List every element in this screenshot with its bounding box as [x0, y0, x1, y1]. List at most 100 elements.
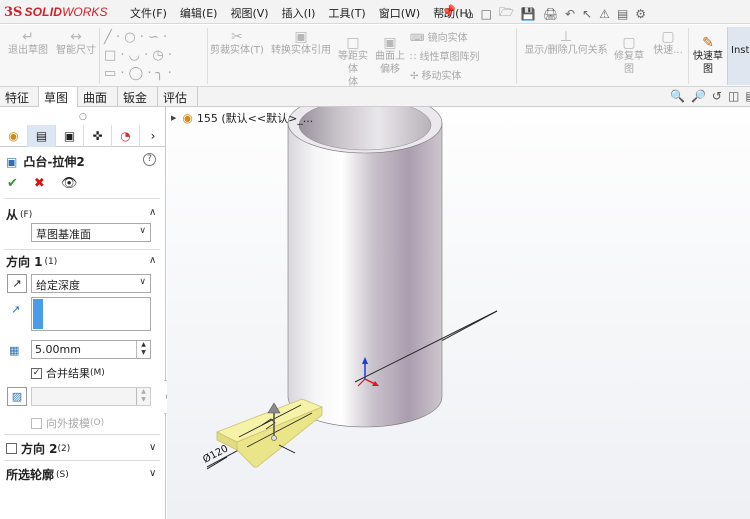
draft-outward-label: 向外拔模: [46, 417, 90, 430]
options-gear-icon[interactable]: ⚙: [635, 7, 646, 21]
surface-offset-button[interactable]: ▣ 曲面上 偏移: [373, 35, 407, 76]
open-folder-icon[interactable]: 🗁: [499, 3, 514, 24]
slot-polygon-fillet-tools[interactable]: ▭ · ◯ · ╮ ·: [104, 65, 204, 83]
instant2d-button[interactable]: Insta: [727, 27, 750, 85]
draft-spinner[interactable]: ▲ ▼: [136, 388, 150, 405]
trim-icon: ✂: [231, 29, 243, 45]
smart-dimension-button[interactable]: ↔ 智能尺寸: [54, 30, 98, 57]
configuration-manager-tab[interactable]: ▣: [56, 125, 84, 147]
ok-check-icon[interactable]: ✔: [7, 176, 18, 191]
property-manager-tab[interactable]: ▤: [28, 125, 56, 147]
linear-pattern-button[interactable]: ∷ 线性草图阵列: [410, 48, 510, 67]
pin-icon[interactable]: 📌: [441, 4, 456, 18]
convert-entities-button[interactable]: ▣ 转换实体引用: [269, 30, 333, 57]
direction2-checkbox[interactable]: 方向 2 (2): [6, 440, 70, 457]
cancel-x-icon[interactable]: ✖: [34, 176, 45, 191]
menu-file[interactable]: 文件(F): [130, 5, 167, 21]
direction1-label: 方向 1: [6, 255, 43, 269]
trim-entities-button[interactable]: ✂ 剪裁实体(T): [209, 29, 265, 57]
collapse-chevron-icon[interactable]: ∧: [149, 207, 156, 218]
line-circle-spline-tools[interactable]: ╱ · ○ · ∽ ·: [104, 29, 204, 47]
undo-icon[interactable]: ↶: [565, 7, 575, 21]
home-icon[interactable]: ⌂: [466, 7, 474, 21]
exit-sketch-button[interactable]: ↵ 退出草图: [6, 30, 50, 57]
merge-result-checkbox[interactable]: ✓ 合并结果 (M): [31, 365, 105, 381]
solidworks-logo[interactable]: 3S SOLID WORKS: [4, 3, 107, 21]
from-select[interactable]: 草图基准面 ∨: [31, 223, 151, 242]
direction-selection-box[interactable]: [31, 297, 151, 331]
feature-tree-flyout[interactable]: ▶ ◉ 155 (默认<<默认>_...: [171, 110, 313, 126]
draft-angle-input[interactable]: ▲ ▼: [31, 387, 151, 406]
move-entities-button[interactable]: ✢ 移动实体: [410, 67, 510, 86]
menu-edit[interactable]: 编辑(E): [180, 5, 218, 21]
zoom-area-icon[interactable]: 🔎: [691, 89, 706, 103]
select-arrow-icon[interactable]: ↖: [582, 7, 592, 21]
dimxpert-tab[interactable]: ✜: [84, 125, 112, 147]
view-orientation-icon[interactable]: ▤: [745, 89, 750, 103]
from-section-header[interactable]: 从 (F): [6, 206, 32, 223]
divider: [4, 249, 160, 250]
expand-chevron-icon[interactable]: ∨: [149, 468, 156, 479]
command-tabs: 特征 草图 曲面 钣金 评估 🔍 🔎 ↺ ◫ ▤: [0, 87, 750, 107]
direction1-section-header[interactable]: 方向 1 (1): [6, 253, 57, 270]
section-view-icon[interactable]: ◫: [728, 89, 739, 103]
part-icon: ◉: [182, 111, 193, 125]
previous-view-icon[interactable]: ↺: [712, 89, 722, 103]
draft-outward-checkbox[interactable]: 向外拔模 (O): [31, 415, 104, 431]
tab-features[interactable]: 特征: [0, 87, 39, 106]
toolbar-divider: [99, 28, 100, 84]
draft-button[interactable]: ▨: [7, 387, 27, 406]
collapse-chevron-icon[interactable]: ∧: [149, 255, 156, 266]
selected-contours-label: 所选轮廓: [6, 468, 55, 482]
tab-sheet-metal[interactable]: 钣金: [118, 87, 158, 106]
offset-entities-button[interactable]: □ 等距实体 体: [336, 36, 370, 89]
from-label: 从: [6, 208, 19, 222]
tab-surfaces[interactable]: 曲面: [78, 87, 118, 106]
new-document-icon[interactable]: □: [481, 7, 492, 21]
rapid-sketch-button[interactable]: ✎ 快速草 图: [690, 36, 726, 76]
depth-spinner[interactable]: ▲ ▼: [136, 341, 150, 358]
surface-offset-icon: ▣: [383, 35, 397, 51]
model-viewport[interactable]: Ø120: [167, 92, 750, 519]
instant2d-label: Insta: [731, 45, 750, 56]
expand-chevron-icon[interactable]: ∨: [149, 442, 156, 453]
move-label: 移动实体: [421, 71, 462, 82]
end-condition-select[interactable]: 给定深度 ∨: [31, 274, 151, 293]
direction2-label: 方向 2: [21, 442, 58, 456]
confirm-controls: ✔ ✖ 👁: [7, 176, 93, 191]
menu-insert[interactable]: 插入(I): [282, 5, 316, 21]
rapid-sketch-label-line2: 图: [703, 64, 713, 75]
sketch-tools-grid: ╱ · ○ · ∽ · □ · ◡ · ◷ · ▭ · ◯ · ╮ ·: [104, 29, 204, 83]
tab-sketch[interactable]: 草图: [39, 87, 78, 107]
reverse-direction-button[interactable]: ↗: [7, 274, 27, 293]
zoom-to-fit-icon[interactable]: 🔍: [670, 89, 685, 103]
display-manager-tab[interactable]: ◔: [112, 125, 140, 147]
depth-icon: ▦: [9, 344, 20, 357]
file-properties-icon[interactable]: ▤: [617, 7, 628, 21]
save-icon[interactable]: 💾: [521, 7, 536, 21]
display-relations-button[interactable]: ⊥ 显示/删除几何关系: [520, 30, 612, 57]
help-icon[interactable]: ?: [143, 153, 156, 166]
splitter-handle[interactable]: ○: [79, 112, 87, 122]
tab-evaluate[interactable]: 评估: [158, 87, 198, 106]
depth-value: 5.00mm: [35, 343, 81, 356]
menu-window[interactable]: 窗口(W): [379, 5, 420, 21]
rebuild-icon[interactable]: ⚠: [599, 7, 610, 21]
checkbox-unchecked-icon: [6, 443, 17, 454]
selected-contours-header[interactable]: 所选轮廓 (S): [6, 466, 69, 483]
cylinder-body[interactable]: [287, 122, 443, 428]
graphics-area[interactable]: Ø120: [167, 92, 750, 519]
menu-view[interactable]: 视图(V): [230, 5, 268, 21]
mirror-entities-button[interactable]: ⌨ 镜向实体: [410, 29, 510, 48]
manager-tabs-more[interactable]: ›: [140, 125, 166, 147]
print-icon[interactable]: 🖨: [543, 7, 558, 21]
toolbar-divider: [207, 28, 208, 84]
expand-triangle-icon[interactable]: ▶: [171, 114, 176, 122]
preview-eye-icon[interactable]: 👁: [61, 176, 78, 191]
menu-tools[interactable]: 工具(T): [328, 5, 365, 21]
repair-sketch-button[interactable]: ▢ 修复草 图: [612, 36, 646, 76]
feature-manager-tab[interactable]: ◉: [0, 125, 28, 147]
quick-snaps-button[interactable]: ▢ 快速...: [650, 30, 686, 57]
depth-input[interactable]: 5.00mm ▲ ▼: [31, 340, 151, 359]
rectangle-arc-tools[interactable]: □ · ◡ · ◷ ·: [104, 47, 204, 65]
